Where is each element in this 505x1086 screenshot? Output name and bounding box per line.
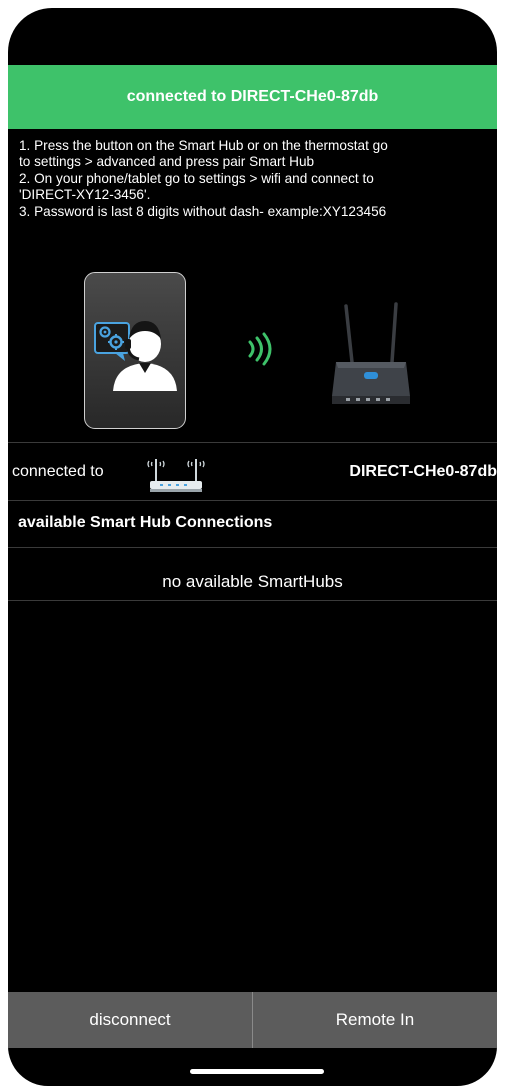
user-settings-icon (94, 321, 177, 391)
connected-network-name: DIRECT-CHe0-87db (349, 463, 497, 480)
instruction-line: 1. Press the button on the Smart Hub or … (19, 138, 388, 153)
available-hubs-title: available Smart Hub Connections (18, 514, 273, 531)
router-icon (147, 459, 205, 492)
app-screen: connected to DIRECT-CHe0-87db 1. Press t… (8, 8, 497, 1086)
connection-status-banner: connected to DIRECT-CHe0-87db (8, 65, 497, 129)
divider (8, 600, 497, 601)
bottom-action-bar: disconnect Remote In (8, 992, 497, 1048)
instruction-line: to settings > advanced and press pair Sm… (19, 154, 315, 170)
connected-network-row: connected to DIRECT-CHe0-87db (8, 444, 497, 502)
no-hubs-message: no available SmartHubs (162, 572, 343, 591)
divider (8, 500, 497, 501)
home-indicator[interactable] (190, 1069, 324, 1074)
instruction-line: 2. On your phone/tablet go to settings >… (19, 170, 374, 186)
connection-status-text: connected to DIRECT-CHe0-87db (126, 88, 379, 105)
disconnect-button[interactable]: disconnect (8, 992, 253, 1048)
phone-user-tile (84, 272, 186, 429)
divider (8, 547, 497, 548)
instruction-line: 3. Password is last 8 digits without das… (19, 203, 387, 219)
router-icon (332, 302, 410, 404)
pairing-instructions: 1. Press the button on the Smart Hub or … (19, 138, 489, 220)
instruction-line: 'DIRECT-XY12-3456'. (19, 187, 151, 203)
connected-label: connected to (12, 463, 104, 480)
wifi-signal-icon (248, 332, 272, 366)
remote-in-button[interactable]: Remote In (253, 992, 497, 1048)
divider (8, 442, 497, 443)
